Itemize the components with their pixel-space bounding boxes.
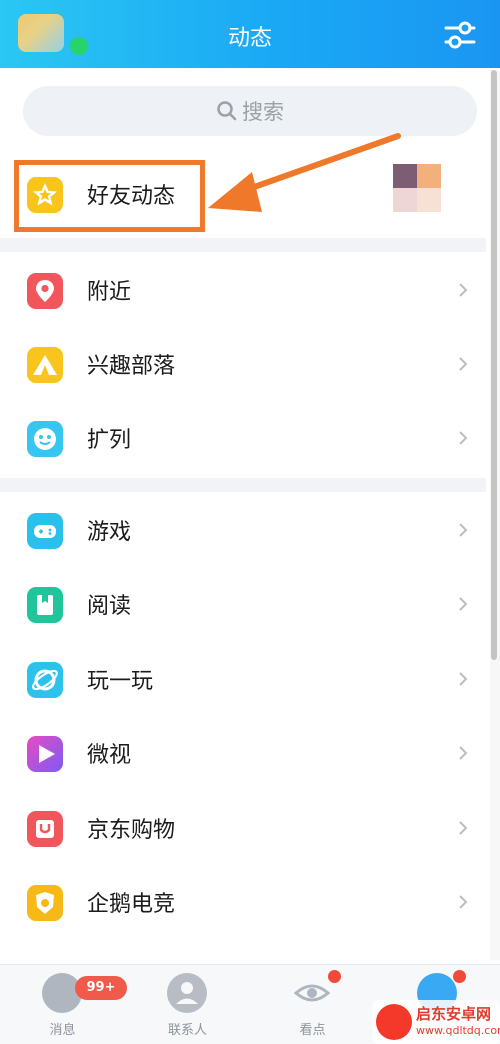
chevron-right-icon xyxy=(459,283,468,297)
watermark: 启东安卓网 www.qdltdq.com xyxy=(372,1000,500,1044)
video-play-icon xyxy=(27,736,63,772)
chat-face-icon xyxy=(27,421,63,457)
highlight-frame xyxy=(14,160,205,232)
search-icon xyxy=(217,101,237,121)
eye-icon xyxy=(292,973,332,1013)
watermark-title: 启东安卓网 xyxy=(416,1005,492,1023)
list-item-label: 京东购物 xyxy=(87,818,176,843)
notification-dot xyxy=(328,970,341,983)
chevron-right-icon xyxy=(459,672,468,686)
page-title: 动态 xyxy=(227,26,272,51)
tent-icon xyxy=(27,347,63,383)
book-icon xyxy=(27,587,63,623)
arrow-annotation-icon xyxy=(208,133,401,212)
gamepad-icon xyxy=(27,513,63,549)
watermark-url: www.qdltdq.com xyxy=(416,1024,500,1037)
section-divider xyxy=(0,478,486,492)
list-item-esports[interactable]: 企鹅电竞 xyxy=(0,868,486,938)
chevron-right-icon xyxy=(459,431,468,445)
list-item-label: 扩列 xyxy=(87,428,132,453)
list-item-games[interactable]: 游戏 xyxy=(0,496,486,566)
list-item-label: 兴趣部落 xyxy=(87,354,176,379)
list-item-label: 微视 xyxy=(87,743,132,768)
chevron-right-icon xyxy=(459,357,468,371)
tab-label: 消息 xyxy=(49,1023,76,1038)
watermark-logo-icon xyxy=(376,1004,412,1040)
list-item-label: 阅读 xyxy=(87,594,132,619)
chevron-right-icon xyxy=(459,597,468,611)
list-item-interest-tribe[interactable]: 兴趣部落 xyxy=(0,330,486,400)
list-item-weishi[interactable]: 微视 xyxy=(0,719,486,789)
tab-contacts[interactable]: 联系人 xyxy=(125,965,250,1044)
planet-icon xyxy=(27,662,63,698)
list-item-label: 企鹅电竞 xyxy=(87,892,176,917)
settings-sliders-icon[interactable] xyxy=(442,18,478,52)
list-item-label: 游戏 xyxy=(87,520,132,545)
list-item-jd-shopping[interactable]: 京东购物 xyxy=(0,794,486,864)
chevron-right-icon xyxy=(459,895,468,909)
chevron-right-icon xyxy=(459,523,468,537)
scrollbar[interactable] xyxy=(490,70,500,960)
person-icon xyxy=(167,973,207,1013)
search-placeholder: 搜索 xyxy=(242,100,284,124)
tab-kandian[interactable]: 看点 xyxy=(250,965,375,1044)
top-bar: 动态 xyxy=(0,0,500,68)
scrollbar-thumb[interactable] xyxy=(491,70,497,660)
list-item-label: 玩一玩 xyxy=(87,669,154,694)
shopping-bag-icon xyxy=(27,811,63,847)
chevron-right-icon xyxy=(459,746,468,760)
section-divider xyxy=(0,238,486,252)
unread-badge: 99+ xyxy=(75,976,127,1000)
tab-label: 看点 xyxy=(299,1023,326,1038)
list-item-nearby[interactable]: 附近 xyxy=(0,256,486,326)
tab-label: 联系人 xyxy=(167,1023,207,1038)
list-item-expand-list[interactable]: 扩列 xyxy=(0,404,486,474)
location-pin-icon xyxy=(27,273,63,309)
notification-dot xyxy=(453,970,466,983)
chevron-right-icon xyxy=(459,821,468,835)
list-item-play[interactable]: 玩一玩 xyxy=(0,645,486,715)
esports-icon xyxy=(27,885,63,921)
list-item-reading[interactable]: 阅读 xyxy=(0,570,486,640)
list-item-label: 附近 xyxy=(87,280,132,305)
